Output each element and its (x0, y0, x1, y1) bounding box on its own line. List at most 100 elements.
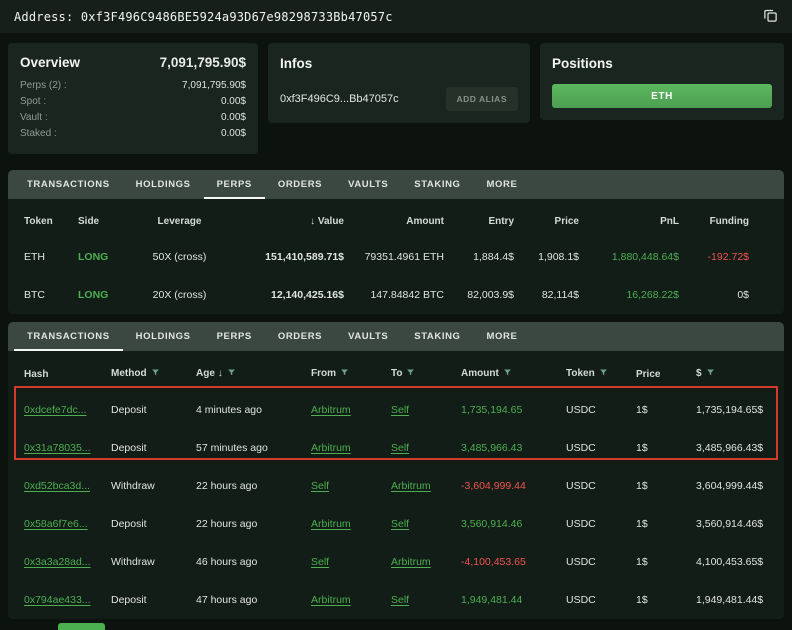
cell-leverage: 20X (cross) (132, 276, 227, 314)
partial-bottom-button[interactable] (58, 623, 105, 630)
hash-link[interactable]: 0x3a3a28ad... (24, 556, 91, 568)
tab-vaults[interactable]: VAULTS (335, 322, 401, 351)
col-side[interactable]: Side (70, 199, 132, 238)
cell-token: USDC (558, 543, 628, 581)
cell-leverage: 50X (cross) (132, 238, 227, 276)
cell-usd: 4,100,453.65$ (688, 543, 784, 581)
tab-transactions[interactable]: TRANSACTIONS (14, 322, 123, 351)
stat-label: Vault : (20, 110, 48, 126)
to-link[interactable]: Self (391, 518, 409, 530)
col-token[interactable]: Token (558, 351, 628, 391)
cell-pnl: 16,268.22$ (587, 276, 687, 314)
cell-token: USDC (558, 505, 628, 543)
tab-staking[interactable]: STAKING (401, 322, 473, 351)
cell-from: Self (303, 543, 383, 581)
col-funding[interactable]: Funding (687, 199, 757, 238)
hash-link[interactable]: 0x31a78035... (24, 442, 91, 454)
cell-to: Self (383, 505, 453, 543)
tab-more[interactable]: MORE (474, 322, 531, 351)
cell-price: 1,908.1$ (522, 238, 587, 276)
stat-row-perps: Perps (2) : 7,091,795.90$ (20, 78, 246, 94)
to-link[interactable]: Self (391, 594, 409, 606)
col-token[interactable]: Token (8, 199, 70, 238)
col-usd[interactable]: $ (688, 351, 784, 391)
col-entry[interactable]: Entry (452, 199, 522, 238)
cell-amount: -3,604,999.44 (453, 467, 558, 505)
tab-orders[interactable]: ORDERS (265, 170, 335, 199)
from-link[interactable]: Arbitrum (311, 404, 351, 416)
from-link[interactable]: Arbitrum (311, 594, 351, 606)
col-amount[interactable]: Amount (352, 199, 452, 238)
cell-token: BTC (8, 276, 70, 314)
cell-side: LONG (70, 238, 132, 276)
cell-token: USDC (558, 581, 628, 619)
col-liquidation[interactable]: Liquidation (757, 199, 784, 238)
col-method[interactable]: Method (103, 351, 188, 391)
transaction-row: 0x31a78035... Deposit 57 minutes ago Arb… (8, 429, 784, 467)
cell-age: 4 minutes ago (188, 391, 303, 429)
to-link[interactable]: Arbitrum (391, 480, 431, 492)
filter-icon[interactable] (706, 369, 715, 380)
from-link[interactable]: Self (311, 556, 329, 568)
cell-usd: 1,949,481.44$ (688, 581, 784, 619)
filter-icon[interactable] (151, 369, 160, 380)
tab-perps[interactable]: PERPS (204, 170, 265, 199)
col-hash[interactable]: Hash (8, 351, 103, 391)
filter-icon[interactable] (503, 369, 512, 380)
from-link[interactable]: Self (311, 480, 329, 492)
filter-icon[interactable] (599, 369, 608, 380)
to-link[interactable]: Arbitrum (391, 556, 431, 568)
hash-link[interactable]: 0xdcefe7dc... (24, 404, 86, 416)
col-amount[interactable]: Amount (453, 351, 558, 391)
tab-orders[interactable]: ORDERS (265, 322, 335, 351)
hash-link[interactable]: 0xd52bca3d... (24, 480, 90, 492)
tab-transactions[interactable]: TRANSACTIONS (14, 170, 123, 199)
tab-perps[interactable]: PERPS (204, 322, 265, 351)
cell-price: 1$ (628, 581, 688, 619)
tab-holdings[interactable]: HOLDINGS (123, 322, 204, 351)
col-price[interactable]: Price (522, 199, 587, 238)
cell-usd: 3,485,966.43$ (688, 429, 784, 467)
filter-icon[interactable] (340, 369, 349, 380)
cell-from: Arbitrum (303, 429, 383, 467)
tab-holdings[interactable]: HOLDINGS (123, 170, 204, 199)
tab-vaults[interactable]: VAULTS (335, 170, 401, 199)
from-link[interactable]: Arbitrum (311, 518, 351, 530)
filter-icon[interactable] (406, 369, 415, 380)
col-pnl[interactable]: PnL (587, 199, 687, 238)
hash-link[interactable]: 0x794ae433... (24, 594, 91, 606)
tab-more[interactable]: MORE (474, 170, 531, 199)
positions-title: Positions (552, 56, 613, 71)
perps-panel: TRANSACTIONS HOLDINGS PERPS ORDERS VAULT… (8, 170, 784, 314)
position-coin-button-eth[interactable]: ETH (552, 84, 772, 108)
cell-usd: 3,604,999.44$ (688, 467, 784, 505)
to-link[interactable]: Self (391, 404, 409, 416)
stat-value: 0.00$ (221, 126, 246, 142)
overview-card: Overview 7,091,795.90$ Perps (2) : 7,091… (8, 43, 258, 154)
col-age[interactable]: Age ↓ (188, 351, 303, 391)
cell-amount: 3,485,966.43 (453, 429, 558, 467)
col-leverage[interactable]: Leverage (132, 199, 227, 238)
col-value[interactable]: ↓ Value (227, 199, 352, 238)
from-link[interactable]: Arbitrum (311, 442, 351, 454)
copy-address-button[interactable] (763, 8, 778, 26)
cell-entry: 1,884.4$ (452, 238, 522, 276)
cell-amount: -4,100,453.65 (453, 543, 558, 581)
col-to[interactable]: To (383, 351, 453, 391)
summary-cards-row: Overview 7,091,795.90$ Perps (2) : 7,091… (0, 33, 792, 162)
cell-to: Arbitrum (383, 467, 453, 505)
cell-amount: 1,949,481.44 (453, 581, 558, 619)
col-price[interactable]: Price (628, 351, 688, 391)
to-link[interactable]: Self (391, 442, 409, 454)
tab-staking[interactable]: STAKING (401, 170, 473, 199)
hash-link[interactable]: 0x58a6f7e6... (24, 518, 88, 530)
cell-token: USDC (558, 429, 628, 467)
filter-icon[interactable] (227, 369, 236, 380)
cell-side: LONG (70, 276, 132, 314)
cell-method: Deposit (103, 391, 188, 429)
overview-title: Overview (20, 55, 80, 70)
add-alias-button[interactable]: ADD ALIAS (446, 87, 518, 111)
col-from[interactable]: From (303, 351, 383, 391)
cell-age: 46 hours ago (188, 543, 303, 581)
sort-desc-icon: ↓ (310, 216, 315, 227)
